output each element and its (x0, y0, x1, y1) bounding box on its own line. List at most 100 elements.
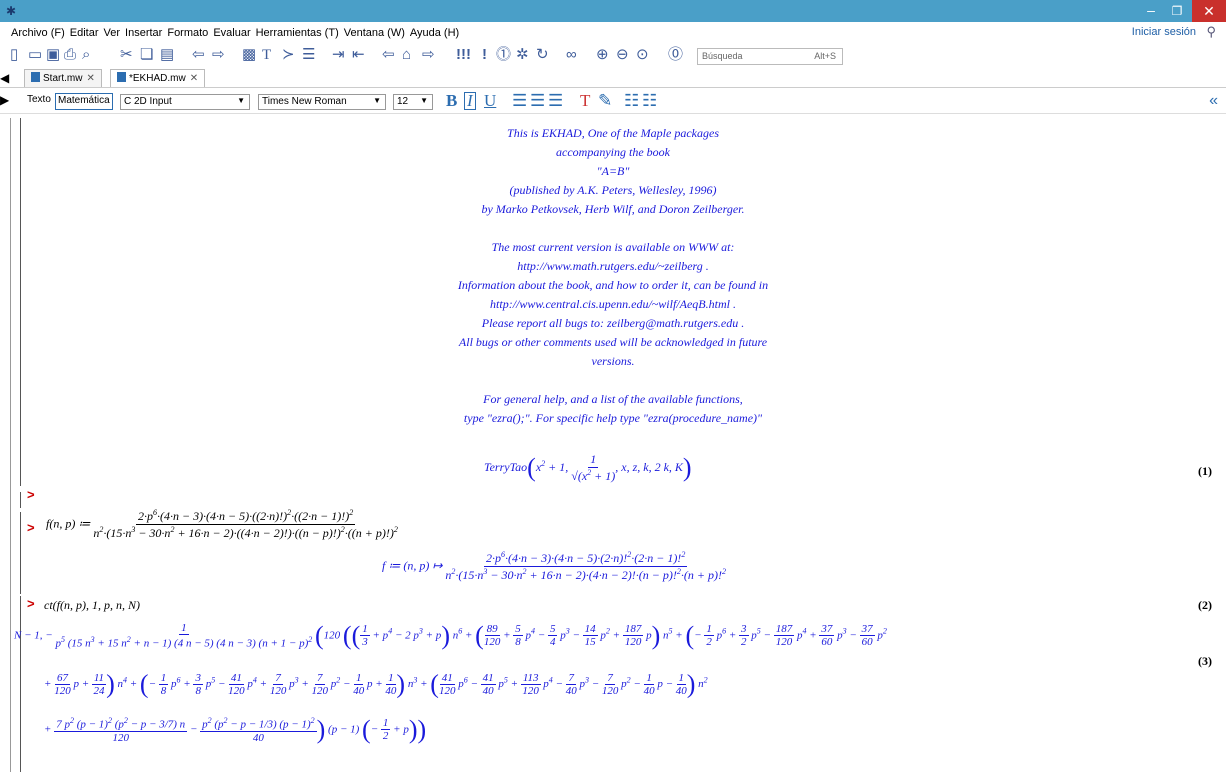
math-mode-button[interactable]: Matemática (55, 93, 113, 110)
close-tab-icon[interactable]: ✕ (190, 73, 198, 84)
menu-formato[interactable]: Formato (167, 27, 208, 39)
output-ct-line2: + 67 120 p + 11 24) n4 + (− 18 p6 + 38 p5 … (44, 669, 708, 699)
maple-logo-icon: ✱ (6, 4, 17, 18)
banner-line: accompanying the book (556, 145, 670, 159)
menu-bar: Archivo (F) Editar Ver Insertar Formato … (0, 23, 1226, 42)
new-file-icon[interactable]: ▯ (10, 46, 18, 64)
text-mode-button[interactable]: Texto (27, 94, 51, 105)
print-icon[interactable]: ⎙ (64, 46, 76, 64)
document-tab-bar: ◀ Start.mw ✕ *EKHAD.mw ✕ (0, 68, 1226, 88)
equation-label-1: (1) (1198, 464, 1212, 478)
banner-line: type "ezra();". For specific help type "… (463, 411, 763, 425)
stop-icon[interactable]: ⓵ (496, 46, 511, 64)
home-icon[interactable]: ⌂ (402, 46, 411, 64)
banner-line: All bugs or other comments used will be … (458, 335, 768, 349)
bullet-list-icon[interactable]: ☷ (624, 91, 639, 111)
forward-icon[interactable]: ⇨ (422, 46, 435, 64)
menu-insertar[interactable]: Insertar (125, 27, 162, 39)
tab-start-label: Start.mw (43, 73, 83, 84)
search-placeholder: Búsqueda (702, 51, 743, 61)
input-ct-command[interactable]: ct(f(n, p), 1, p, n, N) (44, 598, 140, 613)
input-mode-select[interactable]: C 2D Input ▼ (120, 94, 250, 110)
zoom-reset-icon[interactable]: ⊙ (636, 46, 649, 64)
close-tab-icon[interactable]: ✕ (86, 73, 94, 84)
menu-ayuda[interactable]: Ayuda (H) (410, 27, 459, 39)
search-shortcut: Alt+S (814, 51, 836, 61)
cut-icon[interactable]: ✂ (120, 46, 133, 64)
toolbar-expand-icon[interactable]: ▶ (0, 93, 9, 107)
banner-line: http://www.central.cis.upenn.edu/~wilf/A… (490, 297, 736, 311)
output-ct-line1: N − 1, − 1 p5 (15 n3 + 15 n2 + n − 1) (4 … (14, 620, 887, 650)
menu-editar[interactable]: Editar (70, 27, 99, 39)
ekhad-banner: This is EKHAD, One of the Maple packages… (0, 124, 1226, 428)
bold-icon[interactable]: B (446, 91, 457, 111)
menu-ventana[interactable]: Ventana (W) (344, 27, 405, 39)
execution-group-icon[interactable]: ≻ (282, 46, 295, 64)
zoom-in-icon[interactable]: ⊕ (596, 46, 609, 64)
align-right-icon[interactable]: ☰ (548, 91, 563, 111)
paragraph-icon[interactable]: ☰ (302, 46, 315, 64)
banner-line (0, 219, 1226, 238)
search-input[interactable]: Búsqueda Alt+S (697, 48, 843, 65)
menu-evaluar[interactable]: Evaluar (213, 27, 250, 39)
maple-window: ✱ – ❐ ✕ Archivo (F) Editar Ver Insertar … (0, 0, 1226, 772)
worksheet[interactable]: This is EKHAD, One of the Maple packages… (0, 118, 1226, 772)
banner-line: by Marko Petkovsek, Herb Wilf, and Doron… (481, 202, 745, 216)
tab-start[interactable]: Start.mw ✕ (24, 69, 102, 87)
restart-icon[interactable]: ↻ (536, 46, 549, 64)
tab-scroll-left-icon[interactable]: ◀ (0, 71, 9, 85)
outdent-icon[interactable]: ⇤ (352, 46, 365, 64)
menu-ver[interactable]: Ver (104, 27, 121, 39)
execution-group-bracket (20, 492, 24, 508)
chevron-down-icon: ▼ (373, 96, 381, 105)
redo-icon[interactable]: ⇨ (212, 46, 225, 64)
open-file-icon[interactable]: ▭ (28, 46, 42, 64)
prompt-icon[interactable]: > (27, 520, 35, 535)
align-left-icon[interactable]: ☰ (512, 91, 527, 111)
chevron-down-icon: ▼ (237, 96, 245, 105)
document-icon (31, 72, 40, 82)
numbered-list-icon[interactable]: ☷ (642, 91, 657, 111)
execute-icon[interactable]: ! (482, 46, 487, 64)
user-icon[interactable]: ⚲ (1206, 24, 1216, 40)
tab-ekhad[interactable]: *EKHAD.mw ✕ (110, 69, 206, 87)
prompt-icon[interactable]: > (27, 596, 35, 611)
italic-icon[interactable]: I (464, 92, 476, 110)
font-size-select[interactable]: 12 ▼ (393, 94, 433, 110)
indent-icon[interactable]: ⇥ (332, 46, 345, 64)
help-icon[interactable]: ⓪ (668, 46, 683, 64)
menu-herramientas[interactable]: Herramientas (T) (256, 27, 339, 39)
link-icon[interactable]: ∞ (566, 46, 577, 64)
banner-line: For general help, and a list of the avai… (483, 392, 743, 406)
underline-icon[interactable]: U (484, 91, 496, 111)
close-window-button[interactable]: ✕ (1192, 0, 1226, 22)
output-terrytao: TerryTao(x2 + 1, 1 √(x2 + 1), x, z, k, 2 … (484, 452, 692, 483)
restore-button[interactable]: ❐ (1164, 2, 1190, 20)
insert-text-icon[interactable]: T (262, 46, 271, 64)
zoom-out-icon[interactable]: ⊖ (616, 46, 629, 64)
back-icon[interactable]: ⇦ (382, 46, 395, 64)
chevron-down-icon: ▼ (420, 96, 428, 105)
banner-line: "A=B" (596, 164, 630, 178)
minimize-button[interactable]: – (1138, 2, 1164, 20)
menu-archivo[interactable]: Archivo (F) (11, 27, 65, 39)
insert-math-icon[interactable]: ▩ (242, 46, 256, 64)
undo-icon[interactable]: ⇦ (192, 46, 205, 64)
font-select[interactable]: Times New Roman ▼ (258, 94, 386, 110)
signin-link[interactable]: Iniciar sesión (1132, 26, 1196, 38)
prompt-icon[interactable]: > (27, 487, 35, 502)
input-f-definition[interactable]: f(n, p) ≔ 2·p6·(4·n − 3)·(4·n − 5)·((2·n… (46, 508, 398, 541)
execute-all-icon[interactable]: !!! (456, 46, 471, 64)
print-preview-icon[interactable]: ⌕ (82, 46, 90, 64)
equation-label-3: (3) (1198, 654, 1212, 668)
banner-line: (published by A.K. Peters, Wellesley, 19… (509, 183, 717, 197)
text-color-icon[interactable]: T (580, 91, 590, 111)
collapse-panel-icon[interactable]: « (1209, 92, 1218, 110)
copy-icon[interactable]: ❏ (140, 46, 153, 64)
align-center-icon[interactable]: ☰ (530, 91, 545, 111)
debug-icon[interactable]: ✲ (516, 46, 529, 64)
paste-icon[interactable]: ▤ (160, 46, 174, 64)
highlight-icon[interactable]: ✎ (598, 91, 612, 111)
document-icon (117, 72, 126, 82)
save-icon[interactable]: ▣ (46, 46, 60, 64)
